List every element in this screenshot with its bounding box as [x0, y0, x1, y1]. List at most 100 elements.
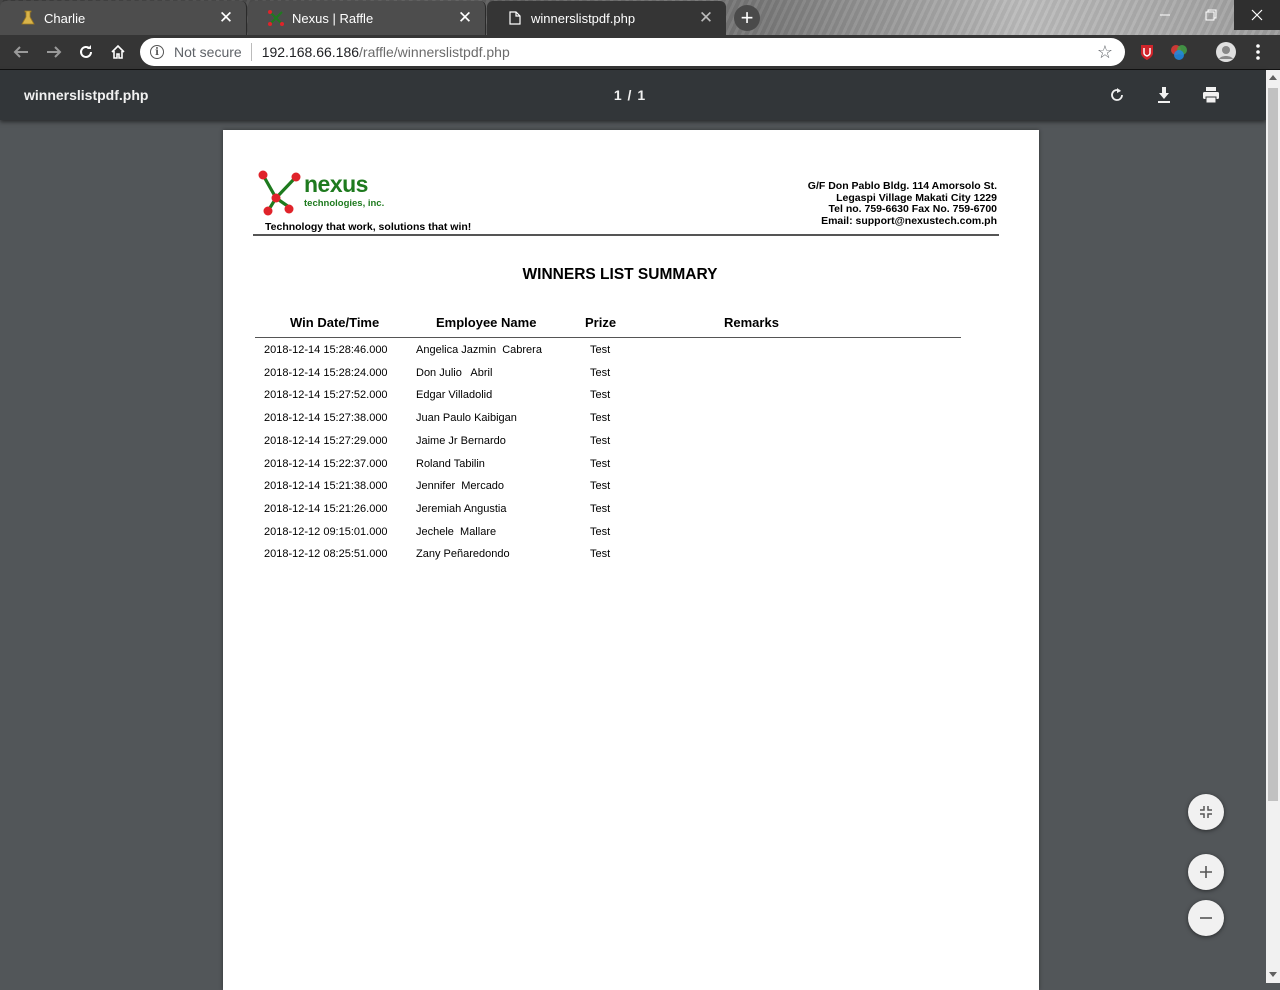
info-icon[interactable]: i	[150, 45, 164, 59]
close-tab-icon[interactable]: ✕	[218, 9, 234, 26]
cell-prize: Test	[590, 412, 611, 425]
cell-datetime: 2018-12-14 15:22:37.000	[264, 457, 388, 470]
new-tab-button[interactable]: +	[734, 5, 760, 31]
zoom-in-button[interactable]	[1188, 854, 1224, 890]
tab-strip: Charlie ✕ Nexus | Raffle ✕ winnerslistpd…	[0, 0, 1280, 35]
cell-datetime: 2018-12-14 15:27:52.000	[264, 389, 388, 402]
cell-name: Don Julio Abril	[416, 366, 493, 379]
home-icon	[111, 44, 125, 59]
rotate-button[interactable]	[1105, 83, 1129, 107]
tab-title: Charlie	[44, 10, 86, 26]
rotate-icon	[1111, 88, 1123, 101]
brand-subtitle: technologies, inc.	[304, 198, 385, 209]
url-host: 192.168.66.186	[261, 44, 360, 60]
cell-prize: Test	[590, 344, 611, 356]
home-button[interactable]	[106, 40, 130, 64]
cell-prize: Test	[590, 457, 611, 470]
table-divider	[255, 337, 961, 338]
star-icon[interactable]: ☆	[1097, 42, 1113, 63]
document-title: WINNERS LIST SUMMARY	[522, 266, 718, 283]
cell-name: Juan Paulo Kaibigan	[416, 412, 517, 425]
cell-prize: Test	[590, 525, 611, 538]
cell-datetime: 2018-12-14 15:28:24.000	[264, 366, 388, 379]
cell-prize: Test	[590, 502, 611, 515]
profile-avatar[interactable]	[1216, 42, 1236, 62]
table-row: 2018-12-14 15:21:38.000 Jennifer Mercado T…	[223, 480, 1039, 502]
column-header-prize: Prize	[585, 315, 617, 330]
browser-toolbar: i Not secure 192.168.66.186/raffle/winne…	[0, 35, 1280, 70]
back-button[interactable]	[9, 40, 33, 64]
print-button[interactable]	[1199, 83, 1223, 107]
cell-datetime: 2018-12-12 09:15:01.000	[264, 525, 388, 538]
document-icon	[507, 10, 523, 26]
close-tab-icon[interactable]: ✕	[698, 9, 714, 26]
cell-datetime: 2018-12-14 15:27:38.000	[264, 412, 388, 425]
table-row: 2018-12-14 15:27:38.000 Juan Paulo Kaibig…	[223, 412, 1039, 434]
table-row: 2018-12-14 15:22:37.000 Roland Tabilin Tes…	[223, 458, 1039, 480]
cell-prize: Test	[590, 434, 611, 447]
table-row: 2018-12-14 15:28:24.000 Don Julio Abril Te…	[223, 367, 1039, 389]
scroll-up-icon[interactable]	[1269, 75, 1277, 80]
url-path: /raffle/winnerslistpdf.php	[359, 44, 510, 60]
tab-charlie[interactable]: Charlie ✕	[0, 1, 247, 35]
vertical-scrollbar[interactable]	[1266, 70, 1280, 983]
cell-name: Jennifer Mercado	[416, 480, 505, 493]
tab-nexus-raffle[interactable]: Nexus | Raffle ✕	[248, 1, 486, 35]
cell-datetime: 2018-12-14 15:21:38.000	[264, 480, 388, 493]
tab-title: Nexus | Raffle	[292, 10, 374, 26]
pdf-page: nexus technologies, inc. Technology that…	[223, 130, 1039, 990]
header-divider	[253, 234, 999, 236]
menu-icon[interactable]	[1250, 43, 1266, 61]
reload-button[interactable]	[74, 40, 98, 64]
table-row: 2018-12-14 15:28:46.000 Angelica Jazmin C…	[223, 344, 1039, 366]
column-header-remarks: Remarks	[724, 315, 779, 330]
address-bar[interactable]: i Not secure 192.168.66.186/raffle/winne…	[140, 38, 1125, 66]
zoom-out-button[interactable]	[1188, 900, 1224, 936]
pdf-title: winnerslistpdf.php	[24, 87, 149, 103]
scrollbar-thumb[interactable]	[1268, 88, 1278, 801]
close-window-button[interactable]	[1234, 0, 1280, 30]
address-line: G/F Don Pablo Bldg. 114 Amorsolo St.	[807, 180, 997, 192]
extension-shield-icon[interactable]	[1138, 43, 1156, 61]
cell-name: Edgar Villadolid	[416, 389, 493, 402]
restore-icon	[1205, 9, 1217, 21]
minimize-button[interactable]	[1142, 0, 1188, 30]
column-header-datetime: Win Date/Time	[290, 315, 380, 330]
beaker-icon	[20, 10, 36, 26]
page-indicator: 1 / 1	[613, 87, 647, 103]
url-text[interactable]: 192.168.66.186/raffle/winnerslistpdf.php	[262, 44, 510, 60]
cell-name: Roland Tabilin	[416, 457, 485, 470]
brand-name: nexus	[304, 171, 368, 197]
cell-datetime: 2018-12-12 08:25:51.000	[264, 548, 388, 561]
address-line: Tel no. 759-6630 Fax No. 759-6700	[828, 203, 997, 215]
zoom-out-icon	[1200, 917, 1212, 919]
tab-title: winnerslistpdf.php	[531, 10, 636, 26]
zoom-in-icon	[1200, 866, 1212, 878]
table-row: 2018-12-14 15:27:52.000 Edgar Villadolid T…	[223, 389, 1039, 411]
cell-datetime: 2018-12-14 15:27:29.000	[264, 434, 388, 447]
cell-prize: Test	[590, 548, 611, 561]
fit-page-button[interactable]	[1188, 794, 1224, 830]
cell-prize: Test	[590, 366, 611, 379]
close-tab-icon[interactable]: ✕	[457, 9, 473, 26]
scroll-down-icon[interactable]	[1269, 972, 1277, 977]
table-row: 2018-12-12 09:15:01.000 Jechele Mallare Te…	[223, 526, 1039, 548]
cell-prize: Test	[590, 480, 611, 493]
cell-datetime: 2018-12-14 15:21:26.000	[264, 502, 388, 515]
download-button[interactable]	[1152, 83, 1176, 107]
restore-button[interactable]	[1188, 0, 1234, 30]
column-header-name: Employee Name	[436, 315, 537, 330]
address-line: Email: support@nexustech.com.ph	[821, 214, 997, 227]
tab-winnerslistpdf[interactable]: winnerslistpdf.php ✕	[487, 1, 726, 35]
forward-button[interactable]	[42, 40, 66, 64]
pdf-toolbar: winnerslistpdf.php 1 / 1	[0, 70, 1266, 120]
minimize-icon	[1160, 14, 1170, 16]
extension-color-icon[interactable]	[1170, 43, 1188, 61]
cell-name: Jeremiah Angustia	[416, 502, 507, 515]
cell-name: Jaime Jr Bernardo	[416, 434, 506, 447]
table-row: 2018-12-14 15:27:29.000 Jaime Jr Bernardo…	[223, 435, 1039, 457]
cell-name: Zany Peñaredondo	[416, 548, 510, 561]
close-icon	[1251, 9, 1263, 21]
security-label[interactable]: Not secure	[174, 44, 242, 60]
tagline: Technology that work, solutions that win…	[265, 221, 472, 233]
